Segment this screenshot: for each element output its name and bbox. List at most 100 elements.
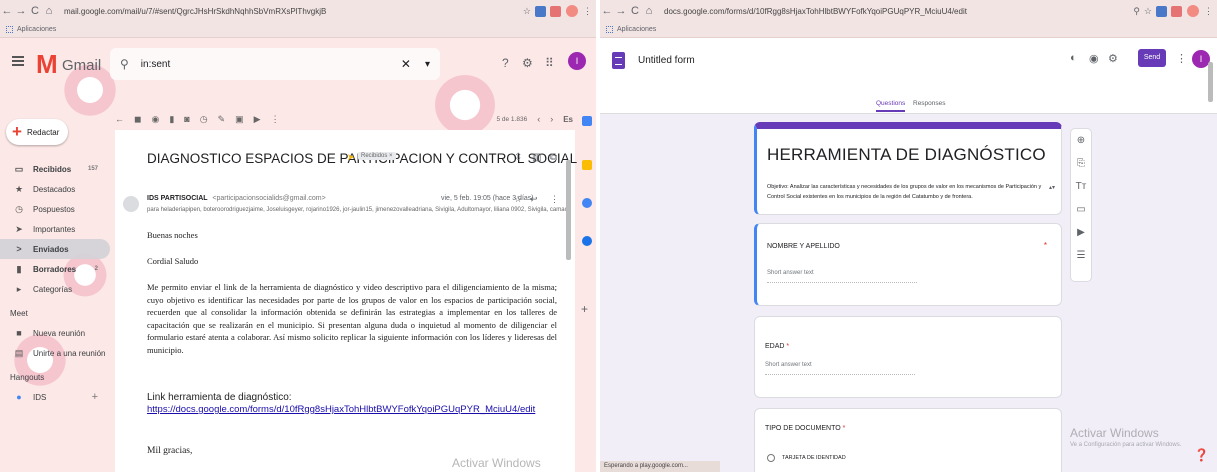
zoom-icon[interactable]: ⚲: [1133, 6, 1140, 17]
search-options-icon[interactable]: ▾: [425, 59, 430, 70]
form-title[interactable]: HERRAMIENTA DE DIAGNÓSTICO: [767, 145, 1046, 165]
reload-icon[interactable]: C: [628, 5, 642, 17]
form-title-card[interactable]: HERRAMIENTA DE DIAGNÓSTICO Objetivo: Ana…: [754, 122, 1062, 215]
search-icon[interactable]: ⚲: [120, 57, 129, 71]
sidebar-item-importantes[interactable]: ➤ Importantes: [0, 219, 110, 239]
add-title-icon[interactable]: Tт: [1071, 175, 1091, 198]
sidebar-item-borradores[interactable]: ▮ Borradores 2: [0, 259, 110, 279]
extension-icon[interactable]: [550, 5, 561, 17]
import-questions-icon[interactable]: ⎘: [1071, 152, 1091, 175]
gmail-logo-icon[interactable]: M: [36, 49, 58, 80]
hangouts-user[interactable]: ● IDS +: [0, 387, 110, 407]
question-card[interactable]: EDAD * Short answer text: [754, 316, 1062, 398]
back-arrow-icon[interactable]: ←: [115, 114, 124, 124]
important-marker-icon[interactable]: ➤: [347, 152, 355, 163]
bookmark-apps[interactable]: Aplicaciones: [17, 26, 56, 33]
address-bar[interactable]: mail.google.com/mail/u/7/#sent/QgrcJHsHr…: [64, 7, 523, 16]
doc-title[interactable]: Untitled form: [638, 55, 695, 66]
help-icon[interactable]: ?: [502, 56, 509, 70]
settings-icon[interactable]: ⚙: [522, 56, 533, 70]
add-hangout-icon[interactable]: +: [92, 391, 98, 403]
meet-join-meeting[interactable]: ▤ Unirte a una reunión: [0, 343, 110, 363]
star-bookmark-icon[interactable]: ☆: [1144, 6, 1152, 17]
apps-icon[interactable]: ⠿: [545, 56, 554, 70]
form-link[interactable]: https://docs.google.com/forms/d/10fRgg8s…: [147, 404, 535, 415]
meet-new-meeting[interactable]: ■ Nueva reunión: [0, 323, 110, 343]
resize-handle-icon[interactable]: ▴▾: [1049, 184, 1055, 191]
print-icon[interactable]: ▥: [532, 152, 541, 163]
scrollbar[interactable]: [566, 160, 571, 260]
profile-icon[interactable]: [566, 5, 578, 17]
compose-button[interactable]: + Redactar: [6, 119, 68, 145]
account-avatar[interactable]: I: [568, 52, 586, 70]
forward-icon[interactable]: →: [14, 5, 28, 17]
sidebar-item-pospuestos[interactable]: ◷ Pospuestos: [0, 199, 110, 219]
bookmark-apps[interactable]: Aplicaciones: [617, 26, 656, 33]
label-chip[interactable]: Recibidos ×: [358, 152, 396, 160]
scrollbar[interactable]: [1208, 62, 1213, 102]
tab-questions[interactable]: Questions: [876, 100, 906, 112]
add-addon-icon[interactable]: +: [581, 302, 588, 316]
star-email-icon[interactable]: ☆: [514, 194, 522, 205]
sidebar-item-categorias[interactable]: ▸ Categorías: [0, 279, 110, 299]
prev-page-icon[interactable]: ‹: [537, 114, 540, 124]
tab-responses[interactable]: Responses: [913, 100, 946, 107]
back-icon[interactable]: ←: [600, 5, 614, 17]
palette-icon[interactable]: ◐: [1070, 52, 1077, 64]
hamburger-menu-icon[interactable]: [12, 56, 24, 66]
radio-button[interactable]: [767, 454, 775, 462]
mark-unread-icon[interactable]: ◙: [184, 114, 189, 124]
contacts-icon[interactable]: [582, 236, 592, 246]
open-new-window-icon[interactable]: ⧉: [550, 152, 557, 163]
report-spam-icon[interactable]: ◉: [151, 114, 159, 125]
calendar-icon[interactable]: [582, 116, 592, 126]
send-button[interactable]: Send: [1138, 49, 1166, 67]
extension-icon[interactable]: [1156, 5, 1167, 17]
add-task-icon[interactable]: ✎: [218, 114, 226, 125]
snooze-icon[interactable]: ◷: [200, 114, 208, 125]
clear-search-icon[interactable]: ✕: [401, 57, 411, 71]
delete-icon[interactable]: ▮: [169, 114, 174, 125]
settings-icon[interactable]: ⚙: [1108, 52, 1118, 65]
forms-logo-icon[interactable]: [612, 52, 625, 69]
next-page-icon[interactable]: ›: [550, 114, 553, 124]
question-card[interactable]: TIPO DE DOCUMENTO * TARJETA DE IDENTIDAD: [754, 408, 1062, 472]
back-icon[interactable]: ←: [0, 5, 14, 17]
address-bar[interactable]: docs.google.com/forms/d/10fRgg8sHjaxTohH…: [664, 7, 1133, 16]
move-to-icon[interactable]: ▣: [235, 114, 244, 125]
recipients[interactable]: para heladeriapipen, boteroorodriguezjai…: [147, 207, 571, 213]
extension-icon[interactable]: [535, 5, 546, 17]
reload-icon[interactable]: C: [28, 5, 42, 17]
add-section-icon[interactable]: ☰: [1071, 244, 1091, 267]
forward-icon[interactable]: →: [614, 5, 628, 17]
more-icon[interactable]: ⋮: [271, 114, 280, 125]
archive-icon[interactable]: ◼: [134, 114, 141, 125]
search-bar[interactable]: ⚲ in:sent ✕ ▾: [110, 48, 440, 80]
keep-icon[interactable]: [582, 160, 592, 170]
home-icon[interactable]: ⌂: [642, 5, 656, 17]
preview-eye-icon[interactable]: ◉: [1089, 52, 1099, 65]
sidebar-item-enviados[interactable]: > Enviados: [0, 239, 110, 259]
add-image-icon[interactable]: ▭: [1071, 198, 1091, 221]
labels-icon[interactable]: ▶: [254, 114, 261, 125]
home-icon[interactable]: ⌂: [42, 5, 56, 17]
tasks-icon[interactable]: [582, 198, 592, 208]
star-bookmark-icon[interactable]: ☆: [523, 6, 531, 17]
extension-icon[interactable]: [1171, 5, 1182, 17]
reply-icon[interactable]: ↩: [530, 194, 538, 205]
sidebar-item-recibidos[interactable]: ▭ Recibidos 157: [0, 159, 110, 179]
add-video-icon[interactable]: ▶: [1071, 221, 1091, 244]
search-input[interactable]: in:sent: [141, 59, 401, 70]
profile-icon[interactable]: [1187, 5, 1199, 17]
sidebar-item-destacados[interactable]: ★ Destacados: [0, 179, 110, 199]
form-description[interactable]: Objetivo: Analizar las características y…: [767, 182, 1052, 202]
help-icon[interactable]: ❓: [1194, 448, 1209, 462]
add-question-icon[interactable]: ⊕: [1071, 129, 1091, 152]
expand-icon[interactable]: ⇳: [514, 152, 522, 163]
menu-dots-icon[interactable]: ⋮: [583, 6, 592, 17]
more-actions-icon[interactable]: ⋮: [550, 194, 559, 205]
menu-dots-icon[interactable]: ⋮: [1204, 6, 1213, 17]
input-tools-lang[interactable]: Es: [563, 115, 573, 124]
more-icon[interactable]: ⋮: [1176, 52, 1187, 65]
question-card[interactable]: NOMBRE Y APELLIDO * Short answer text: [754, 223, 1062, 306]
